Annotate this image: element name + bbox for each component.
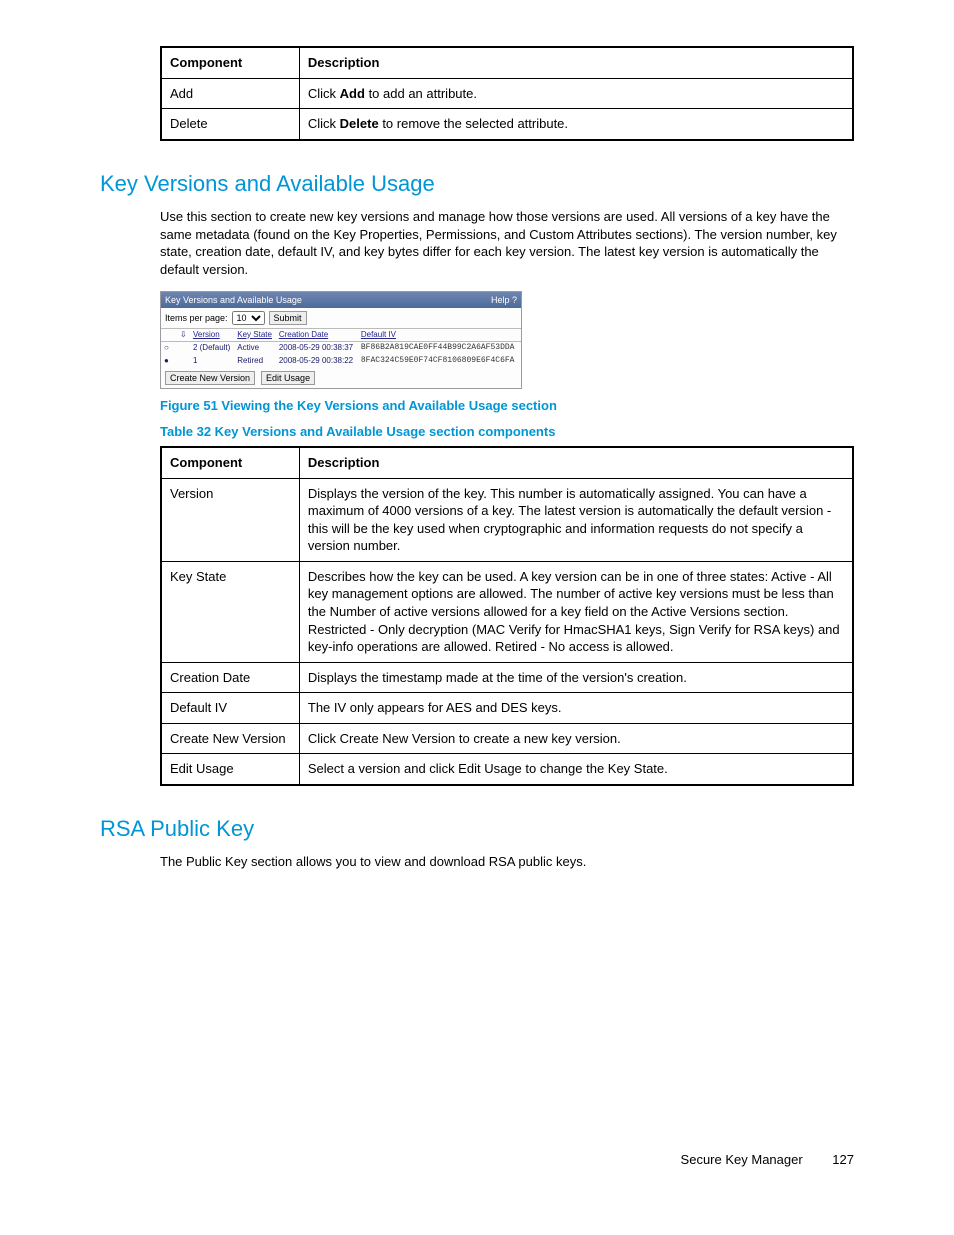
items-per-page-label: Items per page: — [165, 312, 228, 324]
col-component: Component — [161, 447, 299, 478]
cell-iv: BF86B2A819CAE0FF44B99C2A6AF53DDA — [358, 342, 521, 355]
col-description: Description — [299, 447, 853, 478]
help-link[interactable]: Help ? — [491, 294, 517, 306]
panel-table: ⇩ Version Key State Creation Date Defaul… — [161, 328, 521, 368]
table-row: Creation Date Displays the timestamp mad… — [161, 662, 853, 693]
col-creation[interactable]: Creation Date — [276, 328, 358, 342]
cell-component: Delete — [161, 109, 299, 140]
cell-date: 2008-05-29 00:38:22 — [276, 355, 358, 368]
row-radio[interactable]: ○ — [161, 342, 177, 355]
table-row: Version Displays the version of the key.… — [161, 478, 853, 561]
edit-usage-button[interactable]: Edit Usage — [261, 371, 315, 385]
table-row[interactable]: ○ 2 (Default) Active 2008-05-29 00:38:37… — [161, 342, 521, 355]
cell-description: The IV only appears for AES and DES keys… — [299, 693, 853, 724]
items-per-page-select[interactable]: 10 — [232, 311, 265, 325]
panel-footer: Create New Version Edit Usage — [161, 368, 521, 388]
panel-titlebar: Key Versions and Available Usage Help ? — [161, 292, 521, 308]
cell-component: Version — [161, 478, 299, 561]
paragraph-key-versions: Use this section to create new key versi… — [160, 208, 854, 278]
cell-version: 1 — [190, 355, 234, 368]
cell-description: Select a version and click Edit Usage to… — [299, 754, 853, 785]
table-row[interactable]: ● 1 Retired 2008-05-29 00:38:22 8FAC324C… — [161, 355, 521, 368]
col-description: Description — [299, 47, 853, 78]
panel-key-versions: Key Versions and Available Usage Help ? … — [160, 291, 522, 390]
col-version[interactable]: Version — [190, 328, 234, 342]
cell-version: 2 (Default) — [190, 342, 234, 355]
cell-description: Displays the timestamp made at the time … — [299, 662, 853, 693]
col-keystate[interactable]: Key State — [234, 328, 276, 342]
table-key-versions-components: Component Description Version Displays t… — [160, 446, 854, 786]
table-caption: Table 32 Key Versions and Available Usag… — [160, 423, 854, 441]
cell-component: Default IV — [161, 693, 299, 724]
table-row: Delete Click Delete to remove the select… — [161, 109, 853, 140]
table-row: Edit Usage Select a version and click Ed… — [161, 754, 853, 785]
page-number: 127 — [832, 1151, 854, 1169]
cell-description: Click Create New Version to create a new… — [299, 723, 853, 754]
create-new-version-button[interactable]: Create New Version — [165, 371, 255, 385]
cell-component: Create New Version — [161, 723, 299, 754]
cell-component: Creation Date — [161, 662, 299, 693]
heading-key-versions: Key Versions and Available Usage — [100, 169, 854, 199]
cell-description: Click Add to add an attribute. — [299, 78, 853, 109]
cell-state: Active — [234, 342, 276, 355]
cell-state: Retired — [234, 355, 276, 368]
cell-iv: 8FAC324C59E0F74CF8106809E6F4C6FA — [358, 355, 521, 368]
table-row: Add Click Add to add an attribute. — [161, 78, 853, 109]
panel-toolbar: Items per page: 10 Submit — [161, 308, 521, 328]
col-select — [161, 328, 177, 342]
heading-rsa-public-key: RSA Public Key — [100, 814, 854, 844]
doc-title: Secure Key Manager — [681, 1152, 803, 1167]
paragraph-rsa: The Public Key section allows you to vie… — [160, 853, 854, 871]
table-row: Default IV The IV only appears for AES a… — [161, 693, 853, 724]
table-attribute-actions: Component Description Add Click Add to a… — [160, 46, 854, 141]
cell-description: Click Delete to remove the selected attr… — [299, 109, 853, 140]
cell-description: Displays the version of the key. This nu… — [299, 478, 853, 561]
cell-component: Add — [161, 78, 299, 109]
help-icon: ? — [512, 295, 517, 305]
panel-title: Key Versions and Available Usage — [165, 294, 302, 306]
col-component: Component — [161, 47, 299, 78]
table-row: Create New Version Click Create New Vers… — [161, 723, 853, 754]
col-defaultiv[interactable]: Default IV — [358, 328, 521, 342]
sort-down-icon: ⇩ — [180, 330, 187, 339]
table-row: Key State Describes how the key can be u… — [161, 561, 853, 662]
cell-description: Describes how the key can be used. A key… — [299, 561, 853, 662]
cell-date: 2008-05-29 00:38:37 — [276, 342, 358, 355]
cell-component: Key State — [161, 561, 299, 662]
cell-component: Edit Usage — [161, 754, 299, 785]
row-radio[interactable]: ● — [161, 355, 177, 368]
col-sort-indicator: ⇩ — [177, 328, 190, 342]
submit-button[interactable]: Submit — [269, 311, 307, 325]
figure-caption: Figure 51 Viewing the Key Versions and A… — [160, 397, 854, 415]
page-footer: Secure Key Manager 127 — [100, 1151, 854, 1169]
